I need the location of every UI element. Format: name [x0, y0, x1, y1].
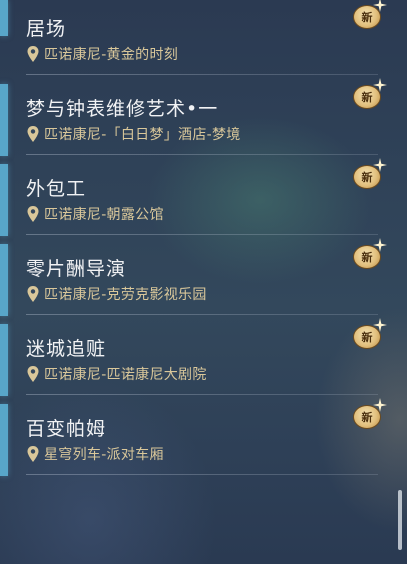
mission-location: 匹诺康尼-朝露公馆	[26, 204, 164, 224]
mission-item[interactable]: 梦与钟表维修艺术•一 匹诺康尼-「白日梦」酒店-梦境 新	[0, 78, 395, 154]
location-pin-icon	[27, 446, 39, 462]
item-divider	[26, 394, 378, 395]
mission-item[interactable]: 外包工 匹诺康尼-朝露公馆 新	[0, 158, 395, 234]
mission-location: 星穹列车-派对车厢	[26, 444, 164, 464]
sparkle-icon	[373, 78, 387, 92]
mission-title: 居场	[26, 18, 67, 40]
new-badge: 新	[351, 398, 387, 430]
mission-item[interactable]: 零片酬导演 匹诺康尼-克劳克影视乐园 新	[0, 238, 395, 314]
sparkle-icon	[373, 398, 387, 412]
location-pin-icon	[27, 286, 39, 302]
item-divider	[26, 474, 378, 475]
new-badge: 新	[351, 0, 387, 30]
sparkle-icon	[373, 0, 387, 12]
mission-list: 居场 匹诺康尼-黄金的时刻 新 梦与钟表维修艺术•一 匹诺康尼-「白日梦」酒店-…	[0, 0, 395, 564]
location-pin-icon	[27, 126, 39, 142]
mission-item[interactable]: 百变帕姆 星穹列车-派对车厢 新	[0, 398, 395, 474]
sparkle-icon	[373, 318, 387, 332]
scrollbar-thumb[interactable]	[398, 490, 402, 550]
mission-item[interactable]: 迷城追赃 匹诺康尼-匹诺康尼大剧院 新	[0, 318, 395, 394]
item-divider	[26, 154, 378, 155]
mission-title: 梦与钟表维修艺术•一	[26, 98, 219, 120]
mission-location: 匹诺康尼-匹诺康尼大剧院	[26, 364, 207, 384]
location-pin-icon	[27, 46, 39, 62]
item-divider	[26, 74, 378, 75]
location-pin-icon	[27, 366, 39, 382]
mission-title: 零片酬导演	[26, 258, 127, 280]
location-pin-icon	[27, 206, 39, 222]
new-badge: 新	[351, 318, 387, 350]
mission-location: 匹诺康尼-「白日梦」酒店-梦境	[26, 124, 241, 144]
mission-title: 迷城追赃	[26, 338, 107, 360]
mission-item[interactable]: 居场 匹诺康尼-黄金的时刻 新	[0, 0, 395, 70]
sparkle-icon	[373, 238, 387, 252]
new-badge: 新	[351, 238, 387, 270]
sparkle-icon	[373, 158, 387, 172]
mission-location: 匹诺康尼-克劳克影视乐园	[26, 284, 207, 304]
mission-title: 外包工	[26, 178, 87, 200]
new-badge: 新	[351, 158, 387, 190]
item-divider	[26, 234, 378, 235]
item-divider	[26, 314, 378, 315]
mission-title: 百变帕姆	[26, 418, 107, 440]
new-badge: 新	[351, 78, 387, 110]
mission-location: 匹诺康尼-黄金的时刻	[26, 44, 178, 64]
